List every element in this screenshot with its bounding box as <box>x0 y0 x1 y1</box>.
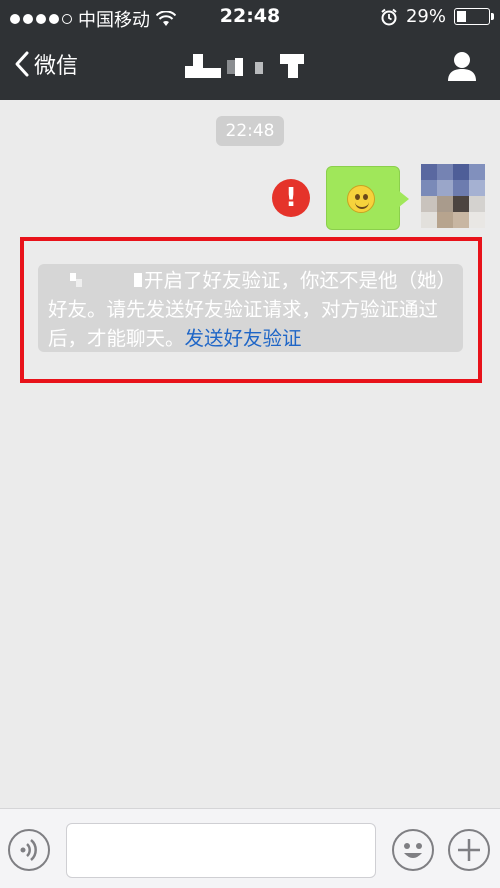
back-button[interactable]: 微信 <box>14 48 78 80</box>
person-icon[interactable] <box>446 50 478 82</box>
battery-icon <box>454 8 494 25</box>
alarm-icon <box>381 8 397 25</box>
outgoing-message-bubble[interactable] <box>326 166 409 230</box>
message-timestamp: 22:48 <box>216 116 284 146</box>
system-message: 开启了好友验证，你还不是他（她）好友。请先发送好友验证请求，对方验证通过后，才能… <box>38 264 463 352</box>
send-verification-link[interactable]: 发送好友验证 <box>185 327 302 350</box>
battery-percent: 29% <box>405 6 446 27</box>
contact-name-pixelated <box>185 54 304 78</box>
back-label: 微信 <box>34 54 79 79</box>
send-failed-icon[interactable]: ! <box>272 179 310 217</box>
plus-button[interactable] <box>448 829 490 871</box>
emoji-button[interactable] <box>392 829 434 871</box>
smiley-icon <box>404 843 422 858</box>
smiley-emoji-icon <box>347 185 375 213</box>
my-avatar[interactable] <box>421 164 485 228</box>
status-right: 29% <box>380 6 494 27</box>
plus-icon <box>458 839 480 861</box>
chevron-left-icon <box>15 51 29 77</box>
pixelated-name <box>70 273 142 287</box>
input-bar <box>0 808 500 888</box>
top-bar: 中国移动 22:48 29% 微信 <box>0 0 500 100</box>
status-bar: 中国移动 22:48 29% <box>0 0 500 34</box>
voice-icon <box>20 839 37 861</box>
message-input[interactable] <box>66 823 376 878</box>
nav-bar: 微信 <box>0 34 500 100</box>
voice-button[interactable] <box>8 829 50 871</box>
